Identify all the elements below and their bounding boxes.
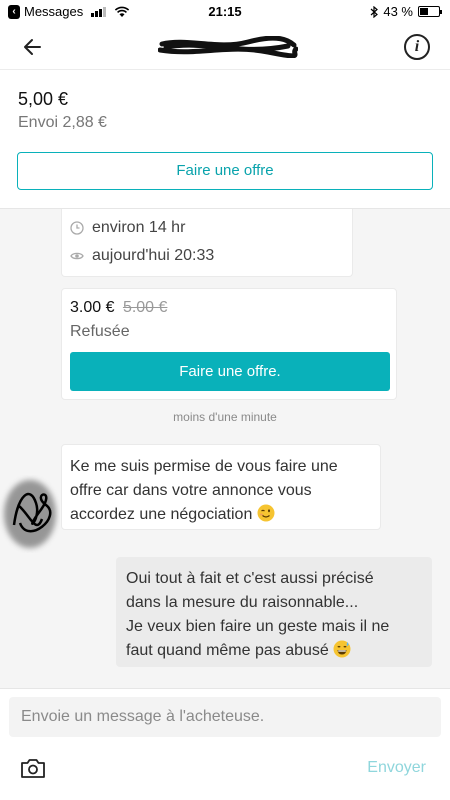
message-line: Oui tout à fait et c'est aussi précisé <box>126 570 374 587</box>
info-icon[interactable]: i <box>404 34 430 60</box>
eye-icon <box>70 252 84 260</box>
message-line: accordez une négociation <box>70 503 372 527</box>
message-line: Ke me suis permise de vous faire une <box>70 458 338 475</box>
message-timestamp: moins d'une minute <box>173 410 277 424</box>
clock-icon <box>70 221 84 235</box>
make-offer-button[interactable]: Faire une offre <box>17 152 433 190</box>
message-input[interactable] <box>9 697 441 737</box>
winking-face-icon <box>257 504 275 522</box>
avatar[interactable] <box>0 475 60 553</box>
message-text: accordez une négociation <box>70 506 253 523</box>
message-text: faut quand même pas abusé <box>126 642 329 659</box>
battery-percent: 43 % <box>383 4 413 19</box>
message-line: Je veux bien faire un geste mais il ne <box>126 618 390 635</box>
duration-row: environ 14 hr <box>70 219 185 237</box>
message-composer: Envoyer <box>0 688 450 800</box>
message-line: dans la mesure du raisonnable... <box>126 594 359 611</box>
conversation-header: i <box>0 24 450 70</box>
item-price: 5,00 € <box>18 89 69 109</box>
status-bar: ‹ Messages 21:15 43 % <box>0 0 450 24</box>
item-shipping: Envoi 2,88 € <box>18 114 107 131</box>
grinning-sweat-face-icon <box>333 640 351 658</box>
back-arrow-icon[interactable] <box>18 32 48 62</box>
transaction-meta-card: environ 14 hr aujourd'hui 20:33 <box>61 209 353 277</box>
battery-icon <box>418 6 442 17</box>
bluetooth-icon <box>370 5 379 18</box>
received-message: Ke me suis permise de vous faire une off… <box>61 444 381 530</box>
counter-offer-button[interactable]: Faire une offre. <box>70 352 390 391</box>
camera-icon[interactable] <box>20 757 46 779</box>
send-button[interactable]: Envoyer <box>367 759 426 777</box>
chat-thread[interactable]: environ 14 hr aujourd'hui 20:33 3.00 € 5… <box>0 208 450 688</box>
message-line: offre car dans votre annonce vous <box>70 482 312 499</box>
offer-price-line: 3.00 € 5.00 € <box>70 299 167 317</box>
seen-row: aujourd'hui 20:33 <box>70 247 214 265</box>
seen-text: aujourd'hui 20:33 <box>92 247 215 264</box>
message-line: faut quand même pas abusé <box>126 639 422 663</box>
sent-message: Oui tout à fait et c'est aussi précisé d… <box>116 557 432 667</box>
duration-text: environ 14 hr <box>92 219 186 236</box>
offer-card: 3.00 € 5.00 € Refusée Faire une offre. <box>61 288 397 400</box>
offer-status: Refusée <box>70 323 130 340</box>
original-price: 5.00 € <box>122 299 168 316</box>
redacted-username <box>158 36 298 58</box>
status-right: 43 % <box>370 4 442 19</box>
offer-price: 3.00 € <box>70 299 115 316</box>
